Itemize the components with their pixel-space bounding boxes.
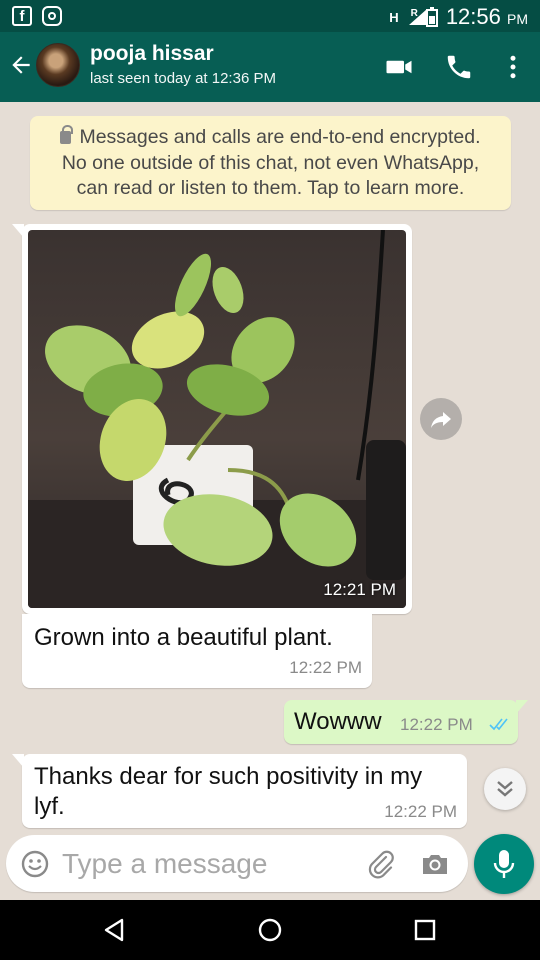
- read-receipt-icon: [489, 718, 508, 731]
- contact-name: pooja hissar: [90, 42, 214, 65]
- message-time: 12:21 PM: [323, 580, 396, 599]
- avatar[interactable]: [36, 43, 80, 87]
- status-bar: f H R 12:56 PM: [0, 0, 540, 32]
- scroll-to-bottom-button[interactable]: [484, 768, 526, 810]
- clock: 12:56 PM: [445, 4, 528, 29]
- video-call-icon[interactable]: [384, 52, 414, 82]
- instagram-icon: [42, 6, 62, 26]
- recents-nav-icon[interactable]: [410, 915, 440, 945]
- facebook-icon: f: [12, 6, 32, 26]
- plant-photo[interactable]: 12:21 PM: [28, 230, 406, 608]
- notice-line-3: can read or listen to them. Tap to learn…: [76, 177, 465, 199]
- message-time: 12:22 PM: [289, 658, 362, 677]
- double-chevron-down-icon: [497, 781, 513, 797]
- roaming-label: R: [410, 7, 418, 19]
- voice-call-icon[interactable]: [444, 52, 474, 82]
- home-nav-icon[interactable]: [255, 915, 285, 945]
- bubble-tail: [516, 700, 528, 714]
- chat-header: pooja hissar last seen today at 12:36 PM: [0, 32, 540, 102]
- more-options-icon[interactable]: [498, 52, 528, 82]
- incoming-message[interactable]: Grown into a beautiful plant. 12:22 PM: [22, 614, 372, 688]
- network-type-label: H: [389, 9, 399, 25]
- message-composer: [6, 835, 468, 892]
- back-nav-icon[interactable]: [100, 915, 130, 945]
- attach-icon[interactable]: [366, 849, 396, 879]
- message-time: 12:22 PM: [384, 802, 457, 821]
- last-seen-status: last seen today at 12:36 PM: [90, 70, 276, 87]
- navigation-bar: [0, 900, 540, 960]
- mic-icon: [493, 850, 515, 878]
- battery-icon: [425, 7, 438, 27]
- message-text: Grown into a beautiful plant.: [34, 624, 333, 651]
- incoming-message[interactable]: Thanks dear for such positivity in my ly…: [12, 754, 467, 828]
- message-input[interactable]: [62, 845, 352, 883]
- bubble-tail: [12, 754, 24, 768]
- bubble-tail: [12, 224, 24, 238]
- message-text: Wowww: [294, 708, 382, 735]
- contact-info[interactable]: pooja hissar last seen today at 12:36 PM: [90, 42, 276, 87]
- outgoing-message[interactable]: Wowww 12:22 PM: [284, 700, 528, 744]
- encryption-notice[interactable]: Messages and calls are end-to-end encryp…: [30, 116, 511, 210]
- lock-icon: [60, 125, 74, 144]
- forward-button[interactable]: [420, 398, 462, 440]
- camera-icon[interactable]: [420, 850, 450, 878]
- forward-icon: [431, 412, 451, 428]
- notice-line-2: No one outside of this chat, not even Wh…: [61, 151, 480, 174]
- message-time: 12:22 PM: [400, 715, 473, 734]
- notice-line-1: Messages and calls are end-to-end encryp…: [79, 126, 481, 148]
- plant-illustration: [28, 230, 406, 608]
- emoji-icon[interactable]: [20, 849, 50, 879]
- mic-button[interactable]: [474, 834, 534, 894]
- back-arrow-icon[interactable]: [8, 52, 34, 78]
- image-message[interactable]: 12:21 PM: [12, 224, 412, 614]
